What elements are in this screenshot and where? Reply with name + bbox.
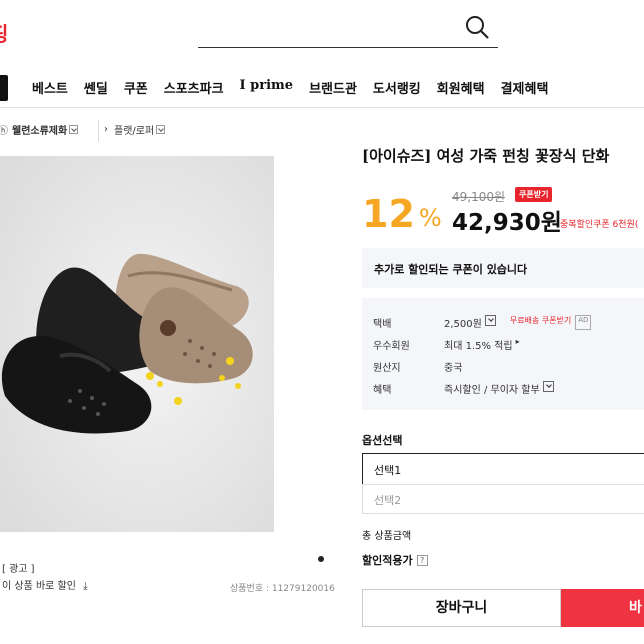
breadcrumb-category-1[interactable]: ⓗ 웰련소류제화 (0, 122, 79, 137)
gnb-item-coupon[interactable]: 쿠폰 (124, 78, 148, 97)
gnb-items: 베스트 쎈딜 쿠폰 스포츠파크 I prime 브랜드관 도서랭킹 회원혜택 결… (32, 78, 548, 97)
info-row-member: 우수회원 최대 1.5% 적립 ▸ (373, 337, 520, 352)
product-title: [아이슈즈] 여성 가죽 펀칭 꽃장식 단화 (362, 147, 610, 165)
extra-coupon-banner[interactable]: 추가로 할인되는 쿠폰이 있습니다 (362, 248, 644, 288)
instant-discount-text: 이 상품 바로 할인 (2, 581, 76, 592)
chevron-down-icon[interactable] (484, 315, 496, 326)
chevron-down-icon[interactable] (542, 381, 554, 392)
gnb-item-best[interactable]: 베스트 (32, 78, 68, 97)
product-number: 상품번호 : 11279120016 (230, 584, 335, 594)
option-select-title: 옵션선택 (362, 434, 403, 447)
brand-logo-fragment[interactable]: 핑 (0, 18, 8, 47)
chevron-down-icon[interactable] (156, 125, 166, 134)
origin-value: 중국 (444, 363, 463, 374)
coupon-button[interactable]: 쿠폰받기 (515, 187, 553, 202)
origin-label: 원산지 (373, 363, 401, 374)
gnb-item-payment-benefit[interactable]: 결제혜택 (501, 78, 549, 97)
member-value[interactable]: 최대 1.5% 적립 (444, 337, 513, 352)
search-input[interactable] (198, 10, 498, 48)
benefit-label: 혜택 (373, 385, 392, 396)
caret-right-icon[interactable]: ▸ (516, 337, 520, 352)
shipping-label: 택배 (373, 319, 392, 330)
discount-unit: % (418, 204, 442, 232)
gnb-item-sports-park[interactable]: 스포츠파크 (164, 78, 224, 97)
breadcrumb-label-1: 웰련소류제화 (12, 126, 68, 137)
breadcrumb-label-2: 플랫/로퍼 (114, 126, 155, 137)
product-info-box: 택배 2,500원 무료배송 쿠폰받기 AD 우수회원 최대 1.5% 적립 ▸… (362, 298, 644, 410)
breadcrumb-category-2[interactable]: › 플랫/로퍼 (104, 122, 166, 137)
option-select-1[interactable]: 선택1 (362, 453, 644, 485)
gnb-item-member-benefit[interactable]: 회원혜택 (437, 78, 485, 97)
discount-value: 12 (362, 192, 415, 236)
ad-tag: AD (575, 315, 592, 330)
global-nav: 베스트 쎈딜 쿠폰 스포츠파크 I prime 브랜드관 도서랭킹 회원혜택 결… (0, 66, 644, 108)
product-image[interactable] (0, 156, 274, 532)
chevron-down-icon[interactable] (69, 125, 79, 134)
help-icon[interactable]: ? (416, 554, 428, 566)
member-label: 우수회원 (373, 341, 410, 352)
shipping-value: 2,500원 (444, 319, 482, 330)
ad-label: [ 광고 ] (2, 564, 35, 575)
gnb-item-book-ranking[interactable]: 도서랭킹 (373, 78, 421, 97)
chevron-right-icon: › (104, 124, 108, 135)
menu-button[interactable] (0, 75, 8, 101)
breadcrumb-prefix: ⓗ (0, 126, 8, 137)
info-row-benefit: 혜택 즉시할인 / 무이자 할부 (373, 381, 554, 396)
instant-discount-link[interactable]: 이 상품 바로 할인 ⤓ (2, 577, 88, 592)
search-icon[interactable] (464, 14, 490, 40)
discount-applied-text: 할인적용가 (362, 554, 413, 567)
discount-rate: 12 % (362, 192, 442, 236)
discount-applied-label: 할인적용가 ? (362, 552, 428, 568)
gnb-item-i-prime[interactable]: I prime (240, 78, 294, 97)
benefit-value: 즉시할인 / 무이자 할부 (444, 385, 540, 396)
option-select-2[interactable]: 선택2 (362, 484, 644, 514)
download-icon: ⤓ (83, 581, 88, 592)
final-price: 42,930원 (452, 210, 562, 236)
gnb-item-brand[interactable]: 브랜드관 (309, 78, 357, 97)
free-shipping-coupon-link[interactable]: 무료배송 쿠폰받기 (510, 315, 571, 330)
info-row-origin: 원산지 중국 (373, 359, 462, 374)
gnb-item-ssendeal[interactable]: 쎈딜 (84, 78, 108, 97)
info-row-shipping: 택배 2,500원 무료배송 쿠폰받기 AD (373, 315, 592, 330)
slider-indicator[interactable] (318, 556, 324, 562)
duplicate-coupon-link[interactable]: 중복할인쿠폰 6천원( (560, 217, 638, 230)
buy-now-button[interactable]: 바 (561, 589, 644, 627)
total-price-label: 총 상품금액 (362, 531, 412, 542)
divider (98, 120, 99, 142)
add-to-cart-button[interactable]: 장바구니 (362, 589, 561, 627)
